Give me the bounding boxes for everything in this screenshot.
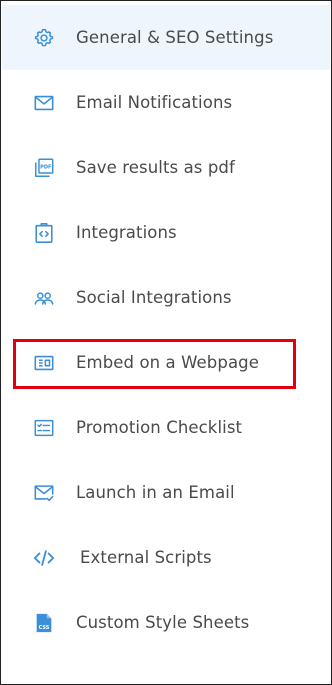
menu-item-label: External Scripts bbox=[80, 547, 212, 567]
settings-sidebar: General & SEO Settings Email Notificatio… bbox=[0, 0, 332, 685]
menu-item-social-integrations[interactable]: Social Integrations bbox=[2, 265, 330, 330]
menu-item-label: Save results as pdf bbox=[76, 157, 235, 177]
menu-item-label: Embed on a Webpage bbox=[76, 352, 259, 372]
menu-item-label: General & SEO Settings bbox=[76, 27, 274, 47]
menu-item-save-results-pdf[interactable]: PDF Save results as pdf bbox=[2, 135, 330, 200]
menu-item-label: Integrations bbox=[76, 222, 177, 242]
svg-text:CSS: CSS bbox=[39, 624, 50, 630]
gear-icon bbox=[33, 27, 55, 49]
menu-item-email-notifications[interactable]: Email Notifications bbox=[2, 70, 330, 135]
css-file-icon: CSS bbox=[33, 612, 55, 634]
menu-item-promotion-checklist[interactable]: Promotion Checklist bbox=[2, 395, 330, 460]
pdf-icon: PDF bbox=[33, 157, 55, 179]
menu-item-custom-style-sheets[interactable]: CSS Custom Style Sheets bbox=[2, 590, 330, 655]
users-icon bbox=[33, 287, 55, 309]
code-icon bbox=[33, 547, 55, 569]
menu-item-label: Email Notifications bbox=[76, 92, 233, 112]
envelope-icon bbox=[33, 92, 55, 114]
checklist-icon bbox=[33, 417, 55, 439]
menu-item-label: Custom Style Sheets bbox=[76, 612, 250, 632]
menu-item-integrations[interactable]: Integrations bbox=[2, 200, 330, 265]
menu-item-label: Social Integrations bbox=[76, 287, 232, 307]
menu-item-external-scripts[interactable]: External Scripts bbox=[2, 525, 330, 590]
menu-item-embed-on-webpage[interactable]: Embed on a Webpage bbox=[2, 330, 330, 395]
menu-item-launch-in-email[interactable]: Launch in an Email bbox=[2, 460, 330, 525]
clipboard-code-icon bbox=[33, 222, 55, 244]
menu-item-label: Launch in an Email bbox=[76, 482, 235, 502]
menu-item-label: Promotion Checklist bbox=[76, 417, 243, 437]
menu-item-general-seo-settings[interactable]: General & SEO Settings bbox=[2, 5, 330, 70]
svg-text:PDF: PDF bbox=[40, 164, 52, 170]
envelope-check-icon bbox=[33, 482, 55, 504]
embed-icon bbox=[33, 352, 55, 374]
